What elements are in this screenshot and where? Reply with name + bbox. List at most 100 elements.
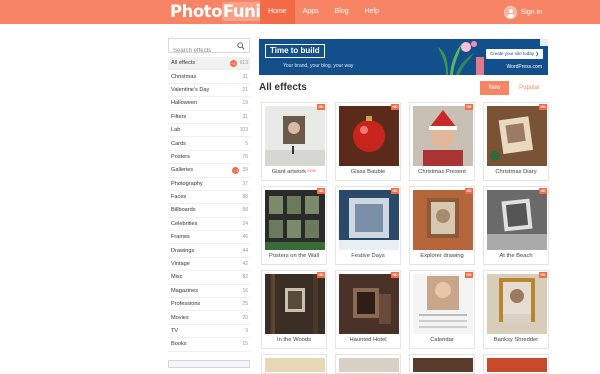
search-box xyxy=(168,38,250,58)
sort-new-button[interactable]: New xyxy=(480,81,509,95)
hd-badge: HD xyxy=(317,188,325,194)
effect-thumbnail xyxy=(265,190,325,250)
effect-card-christmas-present[interactable]: HD Christmas Present xyxy=(409,102,475,181)
effect-card-partial[interactable] xyxy=(261,354,327,374)
search-input[interactable] xyxy=(169,44,235,58)
category-movies[interactable]: Movies 20 xyxy=(168,311,250,325)
category-vintage[interactable]: Vintage 42 xyxy=(168,258,250,272)
category-count: 42 xyxy=(242,261,248,268)
category-name: Drawings xyxy=(171,247,195,254)
effect-card-partial[interactable] xyxy=(483,354,549,374)
effect-name: At the Beach xyxy=(499,253,533,259)
adchoices-icon[interactable] xyxy=(540,39,548,46)
category-name: Movies xyxy=(171,314,189,321)
effect-card-festive-days[interactable]: HD Festive Days xyxy=(335,186,401,265)
category-valentines-day[interactable]: Valentine's Day 21 xyxy=(168,84,250,98)
effect-card-christmas-diary[interactable]: HD Christmas Diary xyxy=(483,102,549,181)
nav-blog[interactable]: Blog xyxy=(327,0,357,24)
category-name: Misc xyxy=(171,274,183,281)
category-name: Filters xyxy=(171,113,187,120)
hd-badge: HD xyxy=(539,188,547,194)
effect-card-calendar[interactable]: HD Calendar xyxy=(409,270,475,349)
hd-badge: HD xyxy=(391,272,399,278)
category-christmas[interactable]: Christmas 31 xyxy=(168,70,250,84)
nav-apps[interactable]: Apps xyxy=(295,0,327,24)
category-count: 82 xyxy=(242,274,248,281)
category-name: Professions xyxy=(171,301,201,308)
new-count-badge: +1 xyxy=(232,166,240,174)
effect-card-giant-artwork[interactable]: HD Giant artworkNEW! xyxy=(261,102,327,181)
category-count: 46 xyxy=(242,234,248,241)
category-name: Posters xyxy=(171,153,190,160)
effect-card-posters-on-the-wall[interactable]: HD Posters on the Wall xyxy=(261,186,327,265)
category-halloween[interactable]: Halloween 19 xyxy=(168,97,250,111)
effect-card-partial[interactable] xyxy=(409,354,475,374)
effect-thumbnail xyxy=(339,190,399,250)
category-billboards[interactable]: Billboards 58 xyxy=(168,204,250,218)
category-count: 9 xyxy=(245,328,248,334)
category-tv[interactable]: TV 9 xyxy=(168,325,250,339)
category-count: 16 xyxy=(242,287,248,294)
category-count: 20 xyxy=(242,314,248,321)
effect-card-banksy-shredder[interactable]: HD Banksy Shredder xyxy=(483,270,549,349)
category-celebrities[interactable]: Celebrities 24 xyxy=(168,218,250,232)
category-count: 21 xyxy=(242,86,248,93)
category-name: Photography xyxy=(171,180,203,187)
effect-thumbnail xyxy=(413,274,473,334)
effect-card-at-the-beach[interactable]: HD At the Beach xyxy=(483,186,549,265)
effect-name: Calendar xyxy=(430,337,454,343)
category-name: Halloween xyxy=(171,100,198,107)
effect-thumbnail xyxy=(265,358,325,372)
category-cards[interactable]: Cards 5 xyxy=(168,137,250,151)
effect-thumbnail xyxy=(487,190,547,250)
sort-popular-button[interactable]: Popular xyxy=(515,81,544,95)
category-count: 76 xyxy=(242,153,248,160)
category-faces[interactable]: Faces 88 xyxy=(168,191,250,205)
category-count: 31 xyxy=(242,73,248,80)
effect-name: Festive Days xyxy=(351,253,385,259)
category-posters[interactable]: Posters 76 xyxy=(168,151,250,165)
category-filters[interactable]: Filters 31 xyxy=(168,111,250,124)
ad-brand: WordPress.com xyxy=(506,64,542,70)
effect-card-partial[interactable] xyxy=(335,354,401,374)
category-photography[interactable]: Photography 37 xyxy=(168,178,250,191)
effect-card-haunted-hotel[interactable]: HD Haunted Hotel xyxy=(335,270,401,349)
category-count: 613 xyxy=(239,60,248,67)
sidebar-ad[interactable] xyxy=(168,360,250,368)
effect-thumbnail xyxy=(265,274,325,334)
effect-card-in-the-woods[interactable]: HD In the Woods xyxy=(261,270,327,349)
effect-card-glass-bauble[interactable]: HD Glass Bauble xyxy=(335,102,401,181)
ad-cta-button[interactable]: Create your site today ❯ xyxy=(485,49,543,59)
search-icon[interactable] xyxy=(237,42,245,50)
nav-help[interactable]: Help xyxy=(357,0,387,24)
category-name: Cards xyxy=(171,140,186,147)
photofunia-logo[interactable]: PhotoFunia xyxy=(170,2,273,22)
category-misc[interactable]: Misc 82 xyxy=(168,271,250,285)
category-drawings[interactable]: Drawings 44 xyxy=(168,244,250,258)
effect-name: Christmas Present xyxy=(418,169,466,175)
category-count: 44 xyxy=(242,247,248,254)
category-all-effects[interactable]: All effects +3 613 xyxy=(168,57,250,71)
category-frames[interactable]: Frames 46 xyxy=(168,231,250,245)
sign-in-link[interactable]: Sign in xyxy=(503,4,542,20)
effect-name: Posters on the Wall xyxy=(268,253,320,259)
new-tag: NEW! xyxy=(307,169,317,173)
effect-name: Christmas Diary xyxy=(495,169,537,175)
effect-card-explorer-drawing[interactable]: HD Explorer drawing xyxy=(409,186,475,265)
effect-thumbnail xyxy=(413,106,473,166)
category-books[interactable]: Books 15 xyxy=(168,338,250,352)
plants-illustration-icon xyxy=(438,41,484,75)
effect-thumbnail xyxy=(265,106,325,166)
category-count: 24 xyxy=(242,220,248,227)
effect-thumbnail xyxy=(339,358,399,372)
ad-banner[interactable]: Time to build Your brand, your blog, you… xyxy=(259,39,548,75)
top-navigation-bar: PhotoFunia Home Apps Blog Help Sign in xyxy=(0,0,600,24)
category-professions[interactable]: Professions 25 xyxy=(168,298,250,312)
category-magazines[interactable]: Magazines 16 xyxy=(168,285,250,299)
effect-name: Giant artwork xyxy=(271,169,307,175)
category-galleries[interactable]: Galleries +1 39 xyxy=(168,164,250,178)
hd-badge: HD xyxy=(465,188,473,194)
category-lab[interactable]: Lab 103 xyxy=(168,124,250,138)
user-avatar-icon xyxy=(503,5,517,19)
nav-home[interactable]: Home xyxy=(260,0,295,24)
